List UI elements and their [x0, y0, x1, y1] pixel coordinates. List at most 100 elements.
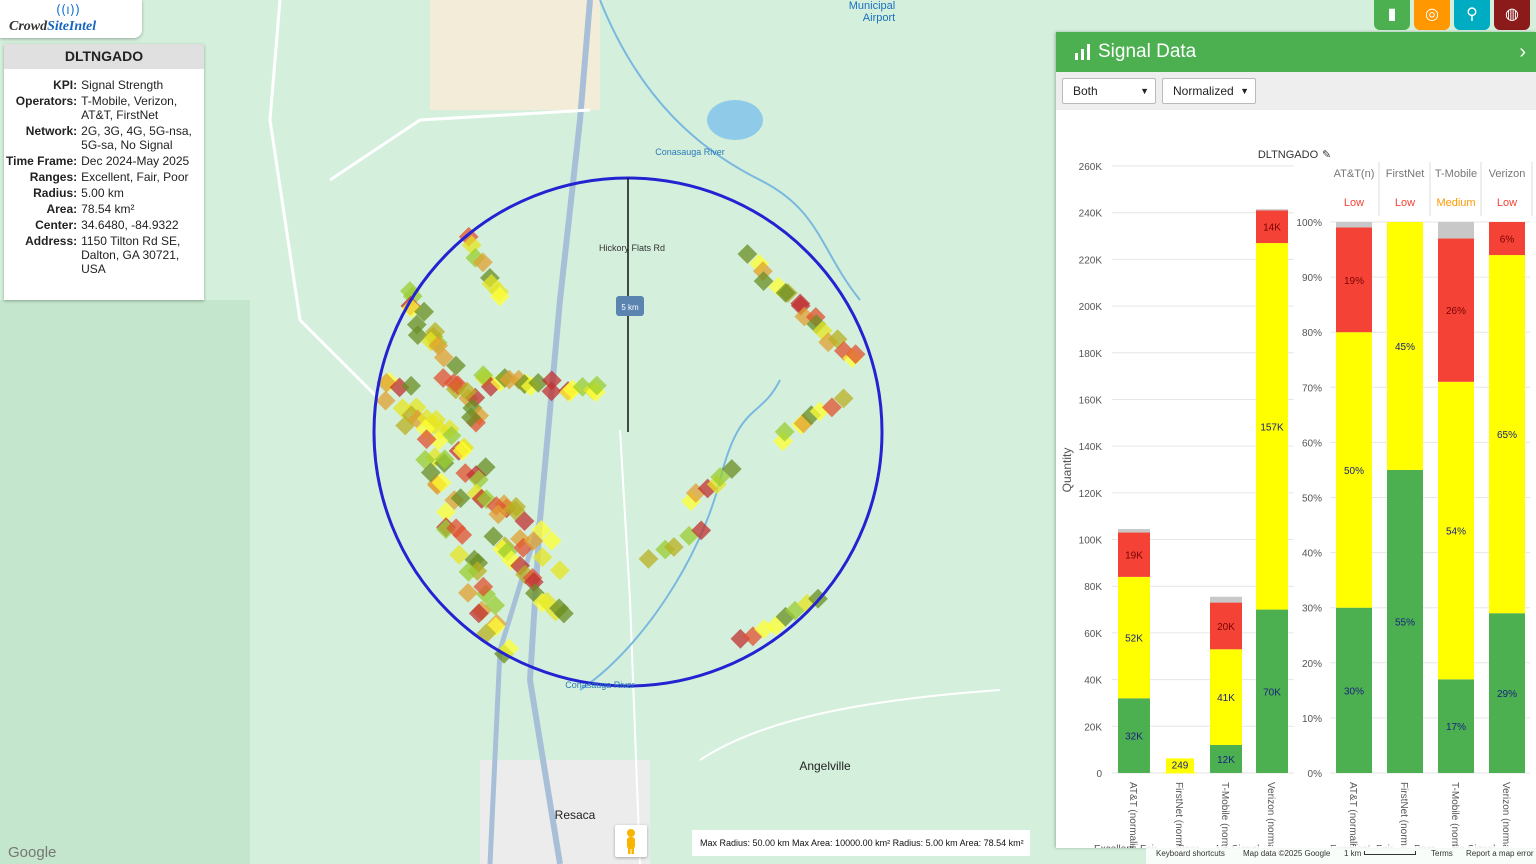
- map-place-label: Conasauga River: [655, 147, 725, 157]
- info-title: DLTNGADO: [4, 44, 204, 69]
- info-key: Time Frame:: [6, 154, 78, 168]
- y-tick-label: 60K: [1084, 629, 1102, 640]
- signal-data-panel: Signal Data › Both ▼ Normalized ▼ DLTNGADO…: [1056, 32, 1536, 848]
- data-label: 41K: [1217, 693, 1235, 704]
- map-data-text: Map data ©2025 Google: [1243, 849, 1331, 858]
- mode-select[interactable]: Both ▼: [1062, 78, 1156, 104]
- normalization-select[interactable]: Normalized ▼: [1162, 78, 1256, 104]
- chevron-down-icon: ▼: [1240, 86, 1249, 96]
- info-value: Signal Strength: [81, 78, 164, 92]
- map-place-label: Conasauga River: [565, 680, 635, 690]
- bar-segment[interactable]: [1438, 222, 1474, 239]
- antenna-icon: ((ı)): [56, 3, 80, 18]
- data-label: 19K: [1125, 551, 1143, 562]
- y-tick-label: 100K: [1079, 536, 1103, 547]
- rating-label: Low: [1497, 197, 1517, 209]
- globe-button[interactable]: ◍: [1494, 0, 1530, 30]
- rating-label: Medium: [1436, 197, 1475, 209]
- bar-segment[interactable]: [1256, 209, 1288, 211]
- operator-header: T-Mobile: [1435, 168, 1477, 180]
- y-tick-label: 260K: [1079, 162, 1103, 173]
- report-error-link[interactable]: Report a map error: [1466, 846, 1534, 862]
- y-tick-label: 80%: [1302, 328, 1322, 339]
- info-value: Dec 2024-May 2025: [81, 154, 190, 168]
- info-value: 78.54 km²: [81, 202, 135, 216]
- info-row: Address: 1150 Tilton Rd SE, Dalton, GA 30…: [4, 233, 203, 277]
- app-logo[interactable]: ((ı)) CrowdSiteIntel: [0, 0, 142, 38]
- data-label: 50%: [1344, 466, 1364, 477]
- x-tick-label: FirstNet (normalized): [1398, 782, 1409, 848]
- bar-segment[interactable]: [1118, 529, 1150, 533]
- coverage-button[interactable]: ◎: [1414, 0, 1450, 30]
- info-row: Center: 34.6480, -84.9322: [4, 217, 203, 233]
- y-tick-label: 30%: [1302, 604, 1322, 615]
- info-key: Address:: [25, 234, 78, 248]
- info-key: Network:: [25, 124, 78, 138]
- info-value: Excellent, Fair, Poor: [81, 170, 189, 184]
- legend-label: Excellent: [1094, 844, 1135, 848]
- radius-label: 5 km: [621, 303, 639, 312]
- bar-chart-icon: ▮: [1387, 6, 1397, 23]
- y-tick-label: 180K: [1079, 349, 1103, 360]
- info-value: 5.00 km: [81, 186, 124, 200]
- x-tick-label: Verizon (normalized): [1265, 782, 1276, 848]
- info-card: DLTNGADO KPI: Signal Strength Operators: T-…: [4, 44, 204, 300]
- data-label: 54%: [1446, 527, 1466, 538]
- area-limits-readout: Max Radius: 50.00 km Max Area: 10000.00 …: [692, 830, 1030, 856]
- y-tick-label: 220K: [1079, 255, 1103, 266]
- info-key: Area:: [46, 202, 78, 216]
- y-tick-label: 40K: [1084, 676, 1102, 687]
- info-value: T-Mobile, Verizon, AT&T, FirstNet: [81, 94, 178, 122]
- scale-label: 1 km: [1344, 849, 1362, 858]
- x-tick-label: AT&T (normalized): [1347, 782, 1358, 848]
- chevron-down-icon: ▼: [1140, 86, 1149, 96]
- info-value: 2G, 3G, 4G, 5G-nsa, 5G-sa, No Signal: [81, 124, 192, 152]
- google-logo: Google: [8, 844, 57, 861]
- data-label: 26%: [1446, 306, 1466, 317]
- map-footer: Keyboard shortcuts Map data ©2025 Google…: [1146, 846, 1536, 864]
- terrain-west: [0, 300, 250, 864]
- data-label: 17%: [1446, 722, 1466, 733]
- bar-segment[interactable]: [1336, 222, 1372, 228]
- x-tick-label: FirstNet (normalized): [1173, 782, 1184, 848]
- info-row: KPI: Signal Strength: [4, 77, 203, 93]
- street-view-pegman[interactable]: [615, 825, 647, 857]
- y-tick-label: 0%: [1308, 769, 1323, 780]
- urban-area: [430, 0, 600, 110]
- y-tick-label: 20K: [1084, 722, 1102, 733]
- data-label: 45%: [1395, 342, 1415, 353]
- location-button[interactable]: ⚲: [1454, 0, 1490, 30]
- info-key: Radius:: [33, 186, 78, 200]
- x-tick-label: AT&T (normalized): [1127, 782, 1138, 848]
- operator-header: AT&T(n): [1334, 168, 1375, 180]
- y-tick-label: 70%: [1302, 383, 1322, 394]
- target-icon: ◎: [1425, 6, 1439, 23]
- terms-link[interactable]: Terms: [1431, 846, 1453, 862]
- map-place-label: Resaca: [555, 808, 596, 822]
- chevron-right-icon[interactable]: ›: [1519, 32, 1526, 72]
- y-tick-label: 60%: [1302, 438, 1322, 449]
- y-tick-label: 140K: [1079, 442, 1103, 453]
- info-row: Operators: T-Mobile, Verizon, AT&T, First…: [4, 93, 203, 123]
- data-label: 30%: [1344, 686, 1364, 697]
- signal-data-button[interactable]: ▮: [1374, 0, 1410, 30]
- rating-label: Low: [1395, 197, 1415, 209]
- data-label: 65%: [1497, 430, 1517, 441]
- y-tick-label: 120K: [1079, 489, 1103, 500]
- bar-segment[interactable]: [1164, 772, 1196, 774]
- info-table: KPI: Signal Strength Operators: T-Mobile, V…: [4, 77, 203, 277]
- y-axis-label: Quantity: [1060, 448, 1074, 493]
- x-tick-label: T-Mobile (normalized): [1219, 782, 1230, 848]
- data-label: 12K: [1217, 755, 1235, 766]
- chart-title: DLTNGADO: [1258, 149, 1319, 161]
- pegman-icon: [627, 829, 635, 854]
- edit-pencil-icon[interactable]: ✎: [1322, 148, 1331, 161]
- bar-segment[interactable]: [1210, 596, 1242, 603]
- info-key: Operators:: [15, 94, 78, 108]
- keyboard-shortcuts-link[interactable]: Keyboard shortcuts: [1156, 846, 1225, 862]
- data-label: 29%: [1497, 689, 1517, 700]
- map-pin-icon: ⚲: [1466, 6, 1478, 23]
- info-row: Time Frame: Dec 2024-May 2025: [4, 153, 203, 169]
- info-row: Radius: 5.00 km: [4, 185, 203, 201]
- rating-label: Low: [1344, 197, 1364, 209]
